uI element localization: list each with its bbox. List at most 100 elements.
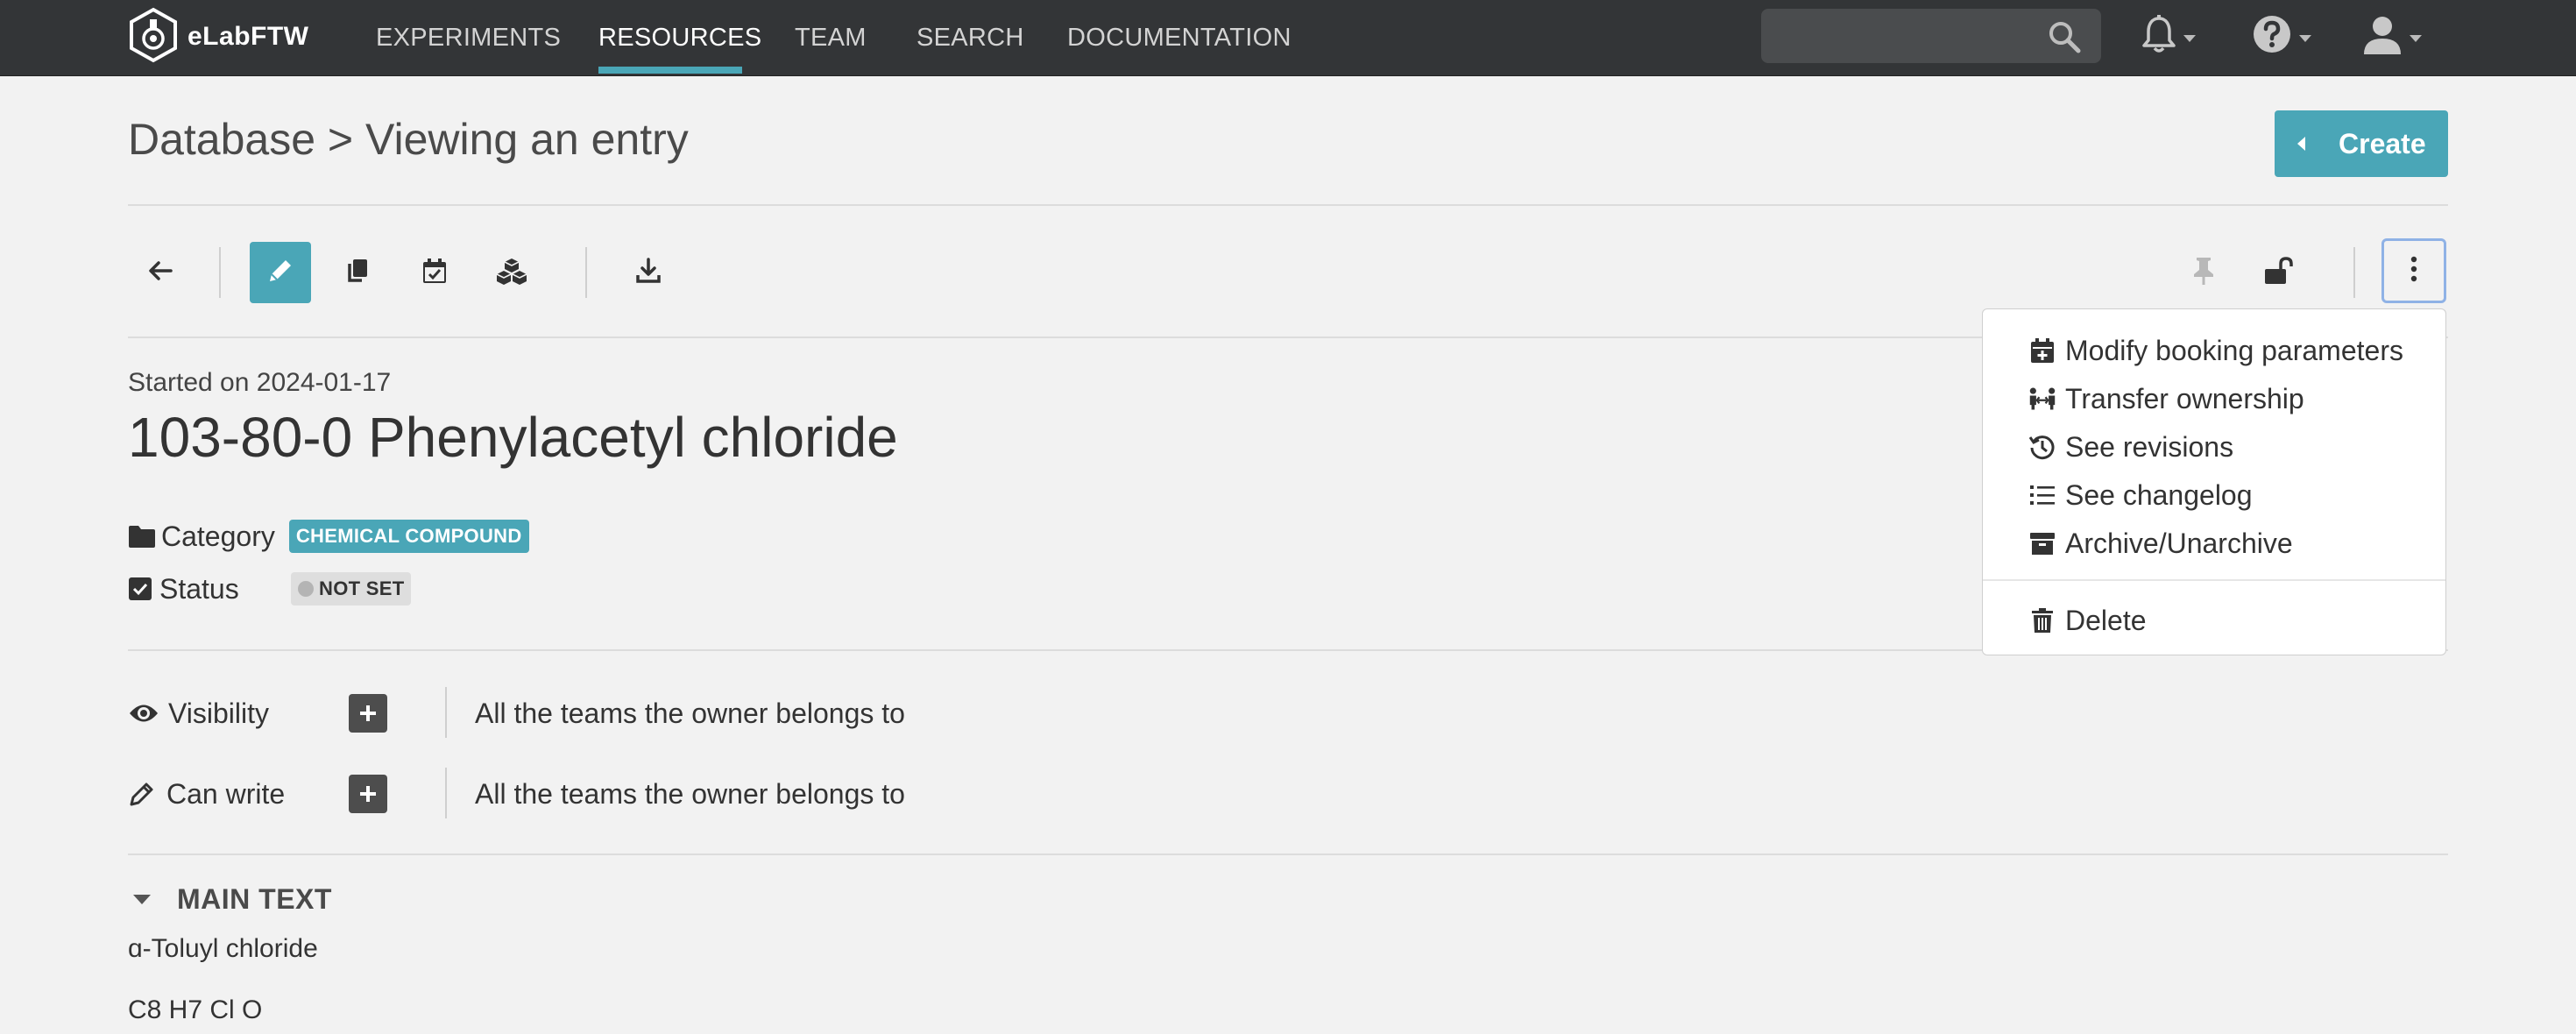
- nav-resources[interactable]: RESOURCES: [598, 0, 761, 75]
- status-dot: [298, 581, 314, 597]
- toolbar-separator: [585, 247, 587, 298]
- list-icon: [2030, 485, 2055, 505]
- start-date: Started on 2024-01-17: [128, 368, 392, 397]
- category-badge[interactable]: CHEMICAL COMPOUND: [288, 520, 529, 553]
- more-actions-button[interactable]: [2381, 238, 2446, 303]
- menu-item-see-revisions[interactable]: See revisions: [2028, 423, 2233, 471]
- main-text-header: MAIN TEXT: [177, 883, 332, 915]
- caret-down-icon: [133, 895, 151, 904]
- menu-item-label: Delete: [2065, 604, 2147, 636]
- caret-left-icon: [2297, 137, 2305, 151]
- history-icon: [2028, 436, 2055, 460]
- category-label: Category: [161, 520, 275, 552]
- menu-item-label: Modify booking parameters: [2065, 334, 2403, 366]
- calendar-check-icon: [421, 257, 449, 289]
- download-icon: [634, 257, 662, 289]
- separator: [445, 687, 447, 738]
- calendar-plus-icon: [2031, 338, 2054, 363]
- main-text-line: ɑ-Toluyl chloride: [128, 934, 318, 963]
- active-nav-indicator: [598, 67, 742, 74]
- bookings-button[interactable]: [404, 242, 465, 303]
- menu-item-label: Archive/Unarchive: [2065, 527, 2293, 559]
- canwrite-row: Can write All the teams the owner belong…: [128, 768, 1092, 820]
- plus-icon: [357, 783, 379, 804]
- visibility-row: Visibility All the teams the owner belon…: [128, 687, 1092, 740]
- checkbox-icon: [128, 577, 152, 601]
- canwrite-label-wrap: Can write: [128, 768, 285, 820]
- top-navbar: eLabFTW EXPERIMENTS RESOURCES TEAM SEARC…: [0, 0, 2576, 76]
- transfer-people-icon: [2029, 387, 2056, 410]
- visibility-label: Visibility: [168, 697, 269, 729]
- help-icon: [2252, 14, 2292, 59]
- lock-button[interactable]: [2248, 242, 2310, 303]
- create-button[interactable]: Create: [2275, 110, 2448, 177]
- entry-title: 103-80-0 Phenylacetyl chloride: [128, 406, 898, 469]
- back-button[interactable]: [130, 242, 191, 303]
- menu-item-label: Transfer ownership: [2065, 382, 2304, 414]
- visibility-label-wrap: Visibility: [128, 687, 269, 740]
- menu-item-label: See changelog: [2065, 478, 2253, 511]
- unlock-icon: [2263, 256, 2295, 290]
- nav-search[interactable]: SEARCH: [916, 0, 1024, 75]
- trash-icon: [2032, 608, 2053, 633]
- nav-documentation[interactable]: DOCUMENTATION: [1067, 0, 1292, 75]
- bell-icon: [2141, 14, 2176, 59]
- nav-experiments[interactable]: EXPERIMENTS: [376, 0, 561, 75]
- status-label: Status: [159, 572, 239, 605]
- folder-icon: [128, 524, 156, 549]
- archive-box-icon: [2030, 533, 2055, 555]
- copy-icon: [343, 257, 372, 289]
- pin-icon: [2191, 256, 2216, 290]
- pencil-icon: [265, 256, 295, 290]
- pencil-icon: [128, 780, 156, 808]
- notifications-menu[interactable]: [2141, 12, 2196, 60]
- help-menu[interactable]: [2252, 12, 2311, 60]
- divider: [128, 204, 2448, 206]
- menu-item-label: See revisions: [2065, 430, 2234, 463]
- visibility-value: All the teams the owner belongs to: [475, 698, 905, 729]
- toolbar-separator: [219, 247, 221, 298]
- elabftw-logo-icon: [128, 7, 179, 67]
- menu-item-modify-booking[interactable]: Modify booking parameters: [2028, 327, 2403, 374]
- menu-divider: [1983, 579, 2445, 581]
- create-label: Create: [2339, 127, 2426, 159]
- main-text-toggle[interactable]: MAIN TEXT: [133, 883, 332, 916]
- edit-button[interactable]: [250, 242, 311, 303]
- canwrite-value: All the teams the owner belongs to: [475, 778, 905, 810]
- nav-team[interactable]: TEAM: [795, 0, 867, 75]
- search-input[interactable]: [1773, 18, 2040, 56]
- menu-item-archive[interactable]: Archive/Unarchive: [2028, 520, 2293, 567]
- cubes-icon: [496, 257, 527, 289]
- main-text-line: C8 H7 Cl O: [128, 995, 263, 1024]
- divider: [128, 853, 2448, 855]
- status-value: NOT SET: [319, 577, 405, 599]
- status-badge[interactable]: NOT SET: [291, 572, 412, 606]
- edit-canwrite-button[interactable]: [349, 775, 387, 813]
- containers-button[interactable]: [481, 242, 542, 303]
- brand[interactable]: eLabFTW: [128, 7, 309, 63]
- menu-item-delete[interactable]: Delete: [2028, 597, 2147, 644]
- user-icon: [2362, 14, 2403, 59]
- brand-name: eLabFTW: [188, 22, 309, 51]
- export-button[interactable]: [618, 242, 679, 303]
- more-actions-menu: Modify booking parameters Transfer owner…: [1982, 308, 2446, 655]
- eye-icon: [128, 702, 159, 725]
- status-row: Status NOT SET: [128, 570, 412, 608]
- duplicate-button[interactable]: [327, 242, 388, 303]
- user-menu[interactable]: [2362, 12, 2422, 60]
- ellipsis-vertical-icon: [2410, 256, 2417, 287]
- menu-item-transfer-ownership[interactable]: Transfer ownership: [2028, 375, 2304, 422]
- pin-button[interactable]: [2173, 242, 2234, 303]
- chevron-down-icon: [2299, 35, 2311, 42]
- search-icon[interactable]: [2047, 19, 2082, 54]
- back-arrow-icon: [146, 257, 174, 289]
- chevron-down-icon: [2183, 35, 2196, 42]
- chevron-down-icon: [2410, 35, 2422, 42]
- plus-icon: [357, 703, 379, 724]
- edit-visibility-button[interactable]: [349, 694, 387, 733]
- menu-item-see-changelog[interactable]: See changelog: [2028, 471, 2253, 519]
- canwrite-label: Can write: [166, 777, 286, 810]
- category-row: Category CHEMICAL COMPOUND: [128, 517, 529, 556]
- separator: [445, 768, 447, 818]
- page-title: Database > Viewing an entry: [128, 115, 689, 164]
